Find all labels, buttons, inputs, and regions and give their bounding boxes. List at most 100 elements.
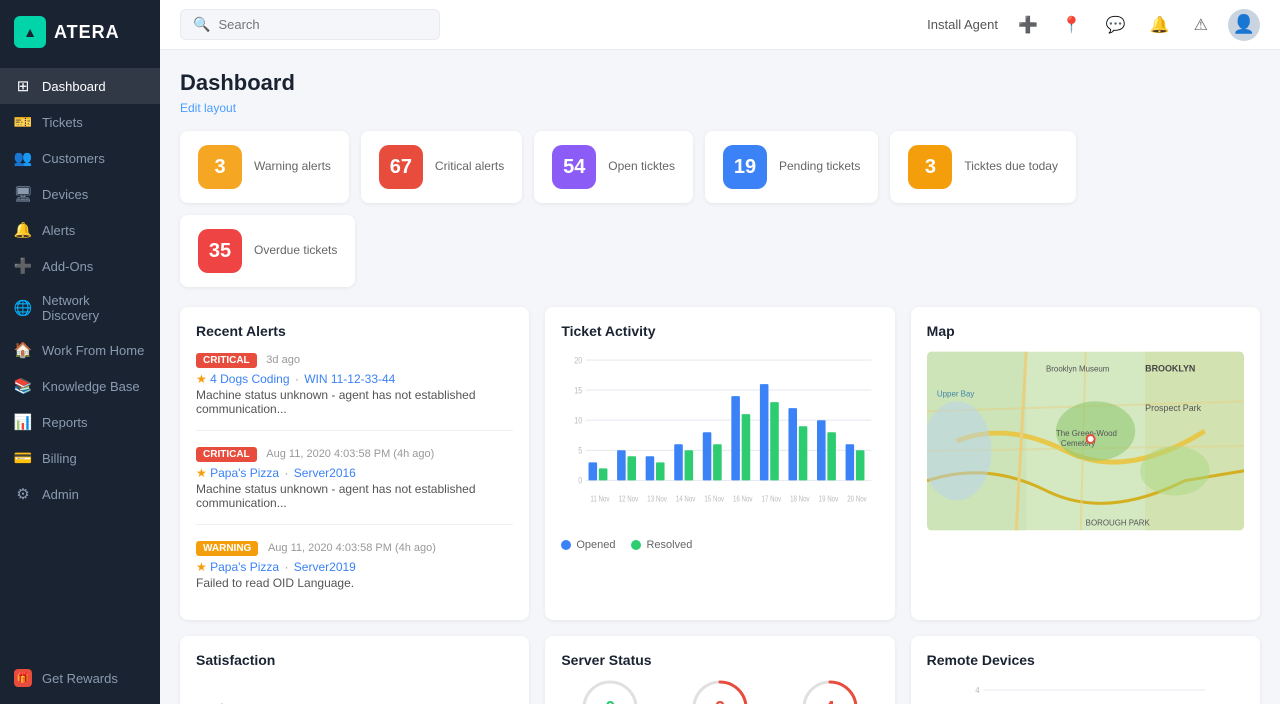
sidebar-label-dashboard: Dashboard <box>42 79 106 94</box>
alert-customer[interactable]: 4 Dogs Coding <box>210 372 289 386</box>
stat-card: 54 Open ticktes <box>534 131 693 203</box>
svg-text:0: 0 <box>579 476 583 486</box>
install-agent-button[interactable]: Install Agent <box>927 17 998 32</box>
stat-badge: 3 <box>198 145 242 189</box>
svg-text:12 Nov: 12 Nov <box>619 496 639 504</box>
sidebar-item-alerts[interactable]: 🔔 Alerts <box>0 212 160 248</box>
svg-text:15: 15 <box>575 386 583 396</box>
alert-message: Machine status unknown - agent has not e… <box>196 482 513 510</box>
sidebar-item-billing[interactable]: 💳 Billing <box>0 440 160 476</box>
sidebar-label-billing: Billing <box>42 451 77 466</box>
dashboard-icon: ⊞ <box>14 77 32 95</box>
alert-customer[interactable]: Papa's Pizza <box>210 560 279 574</box>
sidebar-label-devices: Devices <box>42 187 88 202</box>
sidebar-item-wfh[interactable]: 🏠 Work From Home <box>0 332 160 368</box>
stat-badge: 19 <box>723 145 767 189</box>
get-rewards-button[interactable]: 🎁 Get Rewards <box>0 660 160 696</box>
location-icon[interactable]: 📍 <box>1058 11 1086 39</box>
svg-text:20 Nov: 20 Nov <box>848 496 868 504</box>
stat-badge: 54 <box>552 145 596 189</box>
get-rewards-label: Get Rewards <box>42 671 118 686</box>
server-item: 4 Availability <box>781 680 879 704</box>
add-button[interactable]: ➕ <box>1014 11 1042 39</box>
wfh-icon: 🏠 <box>14 341 32 359</box>
sidebar-label-tickets: Tickets <box>42 115 83 130</box>
logo-text: ATERA <box>54 22 120 43</box>
stat-info: Ticktes due today <box>964 159 1058 175</box>
warning-icon[interactable]: ⚠ <box>1190 11 1212 39</box>
sidebar-label-customers: Customers <box>42 151 105 166</box>
bell-icon[interactable]: 🔔 <box>1146 11 1174 39</box>
recent-alerts-title: Recent Alerts <box>196 323 513 339</box>
sidebar-item-dashboard[interactable]: ⊞ Dashboard <box>0 68 160 104</box>
separator: · <box>284 466 288 480</box>
satisfaction-card: Satisfaction 4.6/5 Quality of Support 4.… <box>180 636 529 704</box>
svg-text:BROOKLYN: BROOKLYN <box>1145 364 1195 374</box>
server-status-card: Server Status 0 Hardware 2 Disk 4 <box>545 636 894 704</box>
stat-badge: 67 <box>379 145 423 189</box>
alert-source: ★ Papa's Pizza · Server2019 <box>196 560 513 574</box>
alert-device[interactable]: Server2019 <box>294 560 356 574</box>
sidebar-item-devices[interactable]: 🖥 Devices <box>0 176 160 212</box>
stat-badge: 3 <box>908 145 952 189</box>
sidebar-label-alerts: Alerts <box>42 223 75 238</box>
search-input[interactable] <box>218 17 427 32</box>
stat-label: Warning alerts <box>254 159 331 175</box>
alerts-icon: 🔔 <box>14 221 32 239</box>
main-area: 🔍 Install Agent ➕ 📍 💬 🔔 ⚠ 👤 Dashboard Ed… <box>160 0 1280 704</box>
separator: · <box>295 372 299 386</box>
sidebar-label-admin: Admin <box>42 487 79 502</box>
ring-value: 2 <box>692 680 748 704</box>
kb-icon: 📚 <box>14 377 32 395</box>
customers-icon: 👥 <box>14 149 32 167</box>
search-box[interactable]: 🔍 <box>180 9 440 40</box>
alert-header: WARNING Aug 11, 2020 4:03:58 PM (4h ago) <box>196 539 513 556</box>
reports-icon: 📊 <box>14 413 32 431</box>
sidebar-item-addons[interactable]: ➕ Add-Ons <box>0 248 160 284</box>
sidebar-item-network[interactable]: 🌐 Network Discovery <box>0 284 160 332</box>
chat-icon[interactable]: 💬 <box>1102 11 1130 39</box>
sidebar-item-reports[interactable]: 📊 Reports <box>0 404 160 440</box>
remote-chart: 42024MacPCServersHTTPTCPSNMPGeneric <box>927 680 1244 704</box>
map-title: Map <box>927 323 1244 339</box>
sidebar-nav: ⊞ Dashboard 🎫 Tickets 👥 Customers 🖥 Devi… <box>0 64 160 660</box>
stat-info: Pending tickets <box>779 159 860 175</box>
sidebar-item-admin[interactable]: ⚙ Admin <box>0 476 160 512</box>
map-card: Map <box>911 307 1260 620</box>
edit-layout-link[interactable]: Edit layout <box>180 101 236 115</box>
alert-badge: CRITICAL <box>196 447 257 462</box>
sidebar-item-customers[interactable]: 👥 Customers <box>0 140 160 176</box>
alert-header: CRITICAL 3d ago <box>196 351 513 368</box>
alert-time: Aug 11, 2020 4:03:58 PM (4h ago) <box>266 448 434 460</box>
alert-customer[interactable]: Papa's Pizza <box>210 466 279 480</box>
stat-label: Open ticktes <box>608 159 675 175</box>
alert-badge: CRITICAL <box>196 353 257 368</box>
network-icon: 🌐 <box>14 299 32 317</box>
star-icon: ★ <box>196 560 207 574</box>
alert-time: 3d ago <box>266 354 300 366</box>
alert-message: Failed to read OID Language. <box>196 576 513 590</box>
alert-device[interactable]: Server2016 <box>294 466 356 480</box>
svg-text:15 Nov: 15 Nov <box>705 496 725 504</box>
legend-opened-label: Opened <box>576 539 615 551</box>
stat-card: 3 Warning alerts <box>180 131 349 203</box>
map-svg: Brooklyn Museum The Green-Wood Cemetery … <box>927 351 1244 531</box>
legend-opened-dot <box>561 540 571 550</box>
stat-info: Overdue tickets <box>254 243 337 259</box>
stat-badge: 35 <box>198 229 242 273</box>
recent-alerts-card: Recent Alerts CRITICAL 3d ago ★ 4 Dogs C… <box>180 307 529 620</box>
logo-icon: ▲ <box>14 16 46 48</box>
alert-badge: WARNING <box>196 541 258 556</box>
user-avatar[interactable]: 👤 <box>1228 9 1260 41</box>
sidebar-item-tickets[interactable]: 🎫 Tickets <box>0 104 160 140</box>
alert-device[interactable]: WIN 11-12-33-44 <box>304 372 395 386</box>
ring-wrapper: 2 <box>692 680 748 704</box>
sidebar-item-kb[interactable]: 📚 Knowledge Base <box>0 368 160 404</box>
sidebar-label-wfh: Work From Home <box>42 343 144 358</box>
ring-value: 0 <box>582 680 638 704</box>
sidebar-label-kb: Knowledge Base <box>42 379 140 394</box>
svg-text:5: 5 <box>579 446 583 456</box>
svg-text:4: 4 <box>975 686 980 695</box>
chart-legend: Opened Resolved <box>561 539 878 551</box>
content-area: Dashboard Edit layout 3 Warning alerts 6… <box>160 50 1280 704</box>
